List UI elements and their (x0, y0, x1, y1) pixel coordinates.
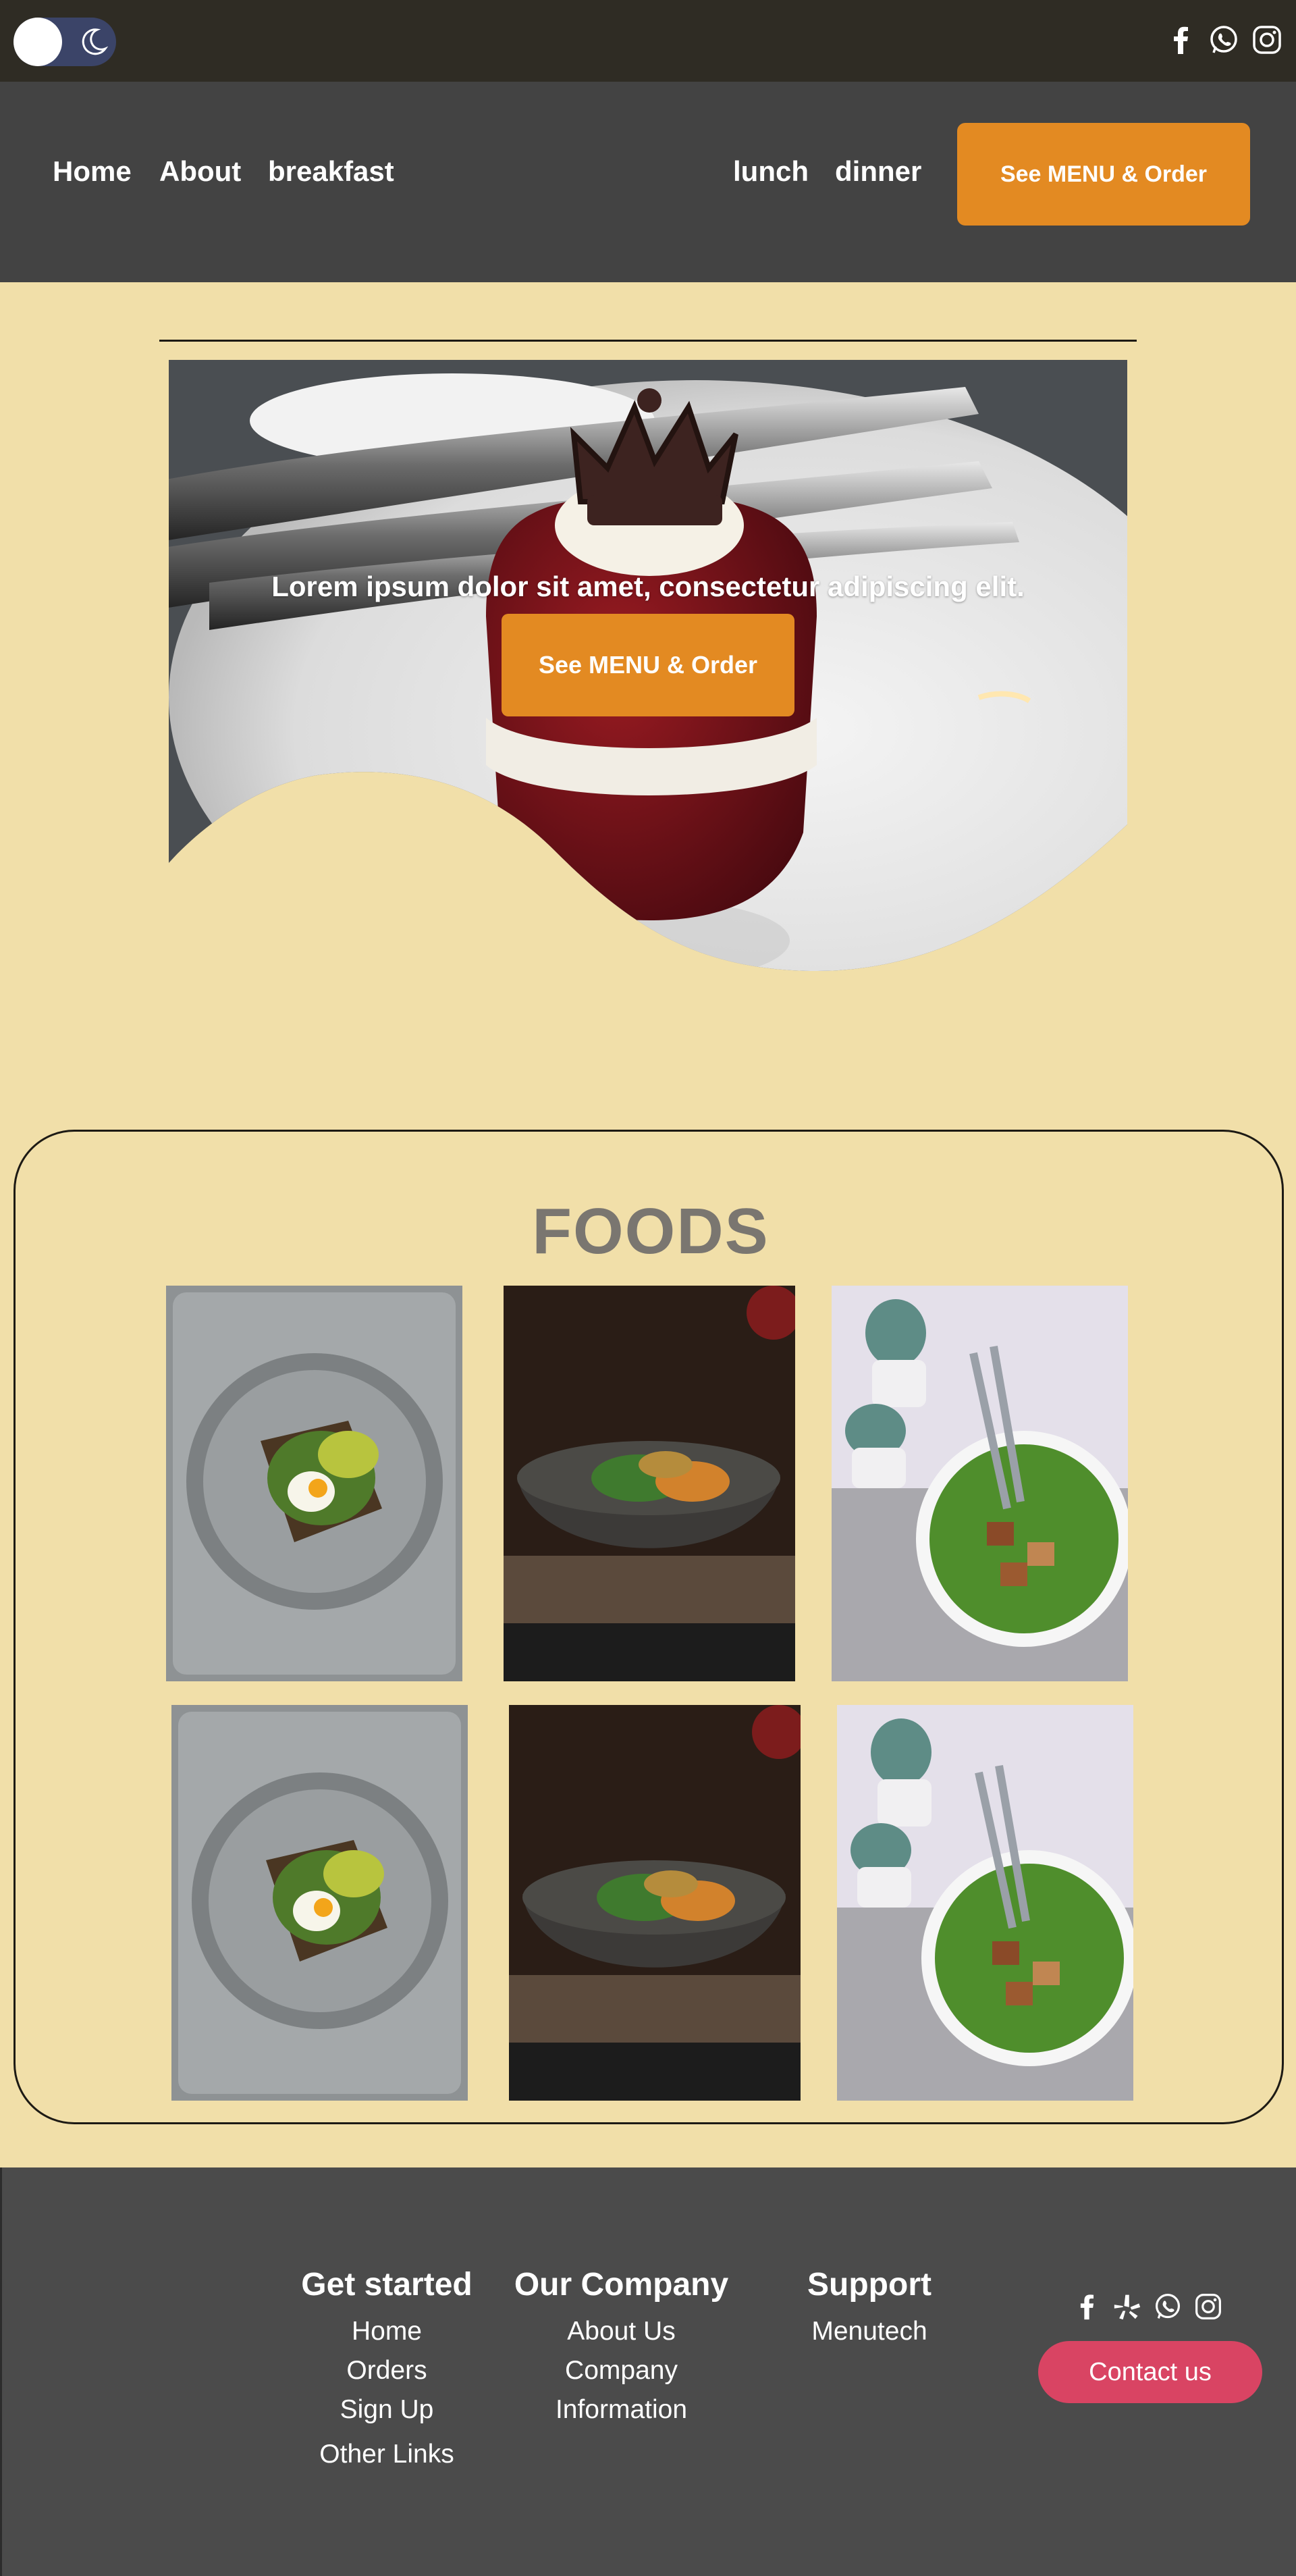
footer-heading: Support (807, 2267, 932, 2303)
foods-title: FOODS (532, 1195, 770, 1267)
foods-section: FOODS (14, 1130, 1284, 2124)
nav-home[interactable]: Home (53, 157, 132, 186)
avocado-toast-image (166, 1286, 462, 1681)
theme-toggle[interactable] (14, 18, 116, 66)
hero-divider (159, 340, 1137, 342)
food-card-vegetable-bowl[interactable] (504, 1286, 795, 1681)
instagram-icon[interactable] (1194, 2292, 1222, 2321)
footer-link-other-links[interactable]: Other Links (292, 2435, 481, 2474)
tofu-salad-image (837, 1705, 1133, 2101)
hero-tagline: Lorem ipsum dolor sit amet, consectetur … (271, 571, 1025, 602)
food-card-tofu-salad[interactable] (832, 1286, 1128, 1681)
nav-lunch[interactable]: lunch (733, 157, 809, 186)
footer-link-menutech[interactable]: Menutech (792, 2312, 947, 2351)
nav-order-button[interactable]: See MENU & Order (957, 123, 1250, 226)
vegetable-bowl-image (504, 1286, 795, 1681)
yelp-icon[interactable] (1113, 2292, 1141, 2321)
toggle-knob (14, 18, 62, 66)
vegetable-bowl-image (509, 1705, 801, 2101)
footer-col-get-started: Get started Home Orders Sign Up Other Li… (292, 2269, 481, 2474)
instagram-icon[interactable] (1251, 24, 1282, 55)
footer: Get started Home Orders Sign Up Other Li… (0, 2167, 1296, 2576)
footer-link-about-us[interactable]: About Us (505, 2312, 738, 2351)
avocado-toast-image (171, 1705, 468, 2101)
top-bar (0, 0, 1296, 82)
whatsapp-icon[interactable] (1208, 24, 1239, 55)
footer-link-company[interactable]: Company (505, 2351, 738, 2390)
footer-heading: Get started (301, 2267, 473, 2303)
footer-link-orders[interactable]: Orders (292, 2351, 481, 2390)
food-card-avocado-toast[interactable] (166, 1286, 462, 1681)
nav-about[interactable]: About (159, 157, 241, 186)
footer-col-our-company: Our Company About Us Company Information (505, 2269, 738, 2429)
footer-social-icons (1073, 2292, 1222, 2321)
top-social-icons (1165, 24, 1282, 55)
footer-link-information[interactable]: Information (505, 2390, 738, 2429)
nav-breakfast[interactable]: breakfast (268, 157, 394, 186)
nav-dinner[interactable]: dinner (835, 157, 921, 186)
main-nav: Home About breakfast lunch dinner See ME… (0, 82, 1296, 282)
whatsapp-icon[interactable] (1154, 2292, 1182, 2321)
footer-link-sign-up[interactable]: Sign Up (292, 2390, 481, 2429)
hero-order-button[interactable]: See MENU & Order (502, 614, 794, 716)
moon-icon (82, 28, 108, 55)
hero-banner: Lorem ipsum dolor sit amet, consectetur … (169, 360, 1127, 971)
food-card-vegetable-bowl[interactable] (509, 1705, 801, 2101)
facebook-icon[interactable] (1165, 24, 1196, 55)
footer-heading: Our Company (514, 2267, 729, 2303)
contact-us-button[interactable]: Contact us (1038, 2341, 1262, 2403)
footer-link-home[interactable]: Home (292, 2312, 481, 2351)
food-card-tofu-salad[interactable] (837, 1705, 1133, 2101)
facebook-icon[interactable] (1073, 2292, 1101, 2321)
tofu-salad-image (832, 1286, 1128, 1681)
footer-col-support: Support Menutech (792, 2269, 947, 2351)
food-card-avocado-toast[interactable] (171, 1705, 468, 2101)
